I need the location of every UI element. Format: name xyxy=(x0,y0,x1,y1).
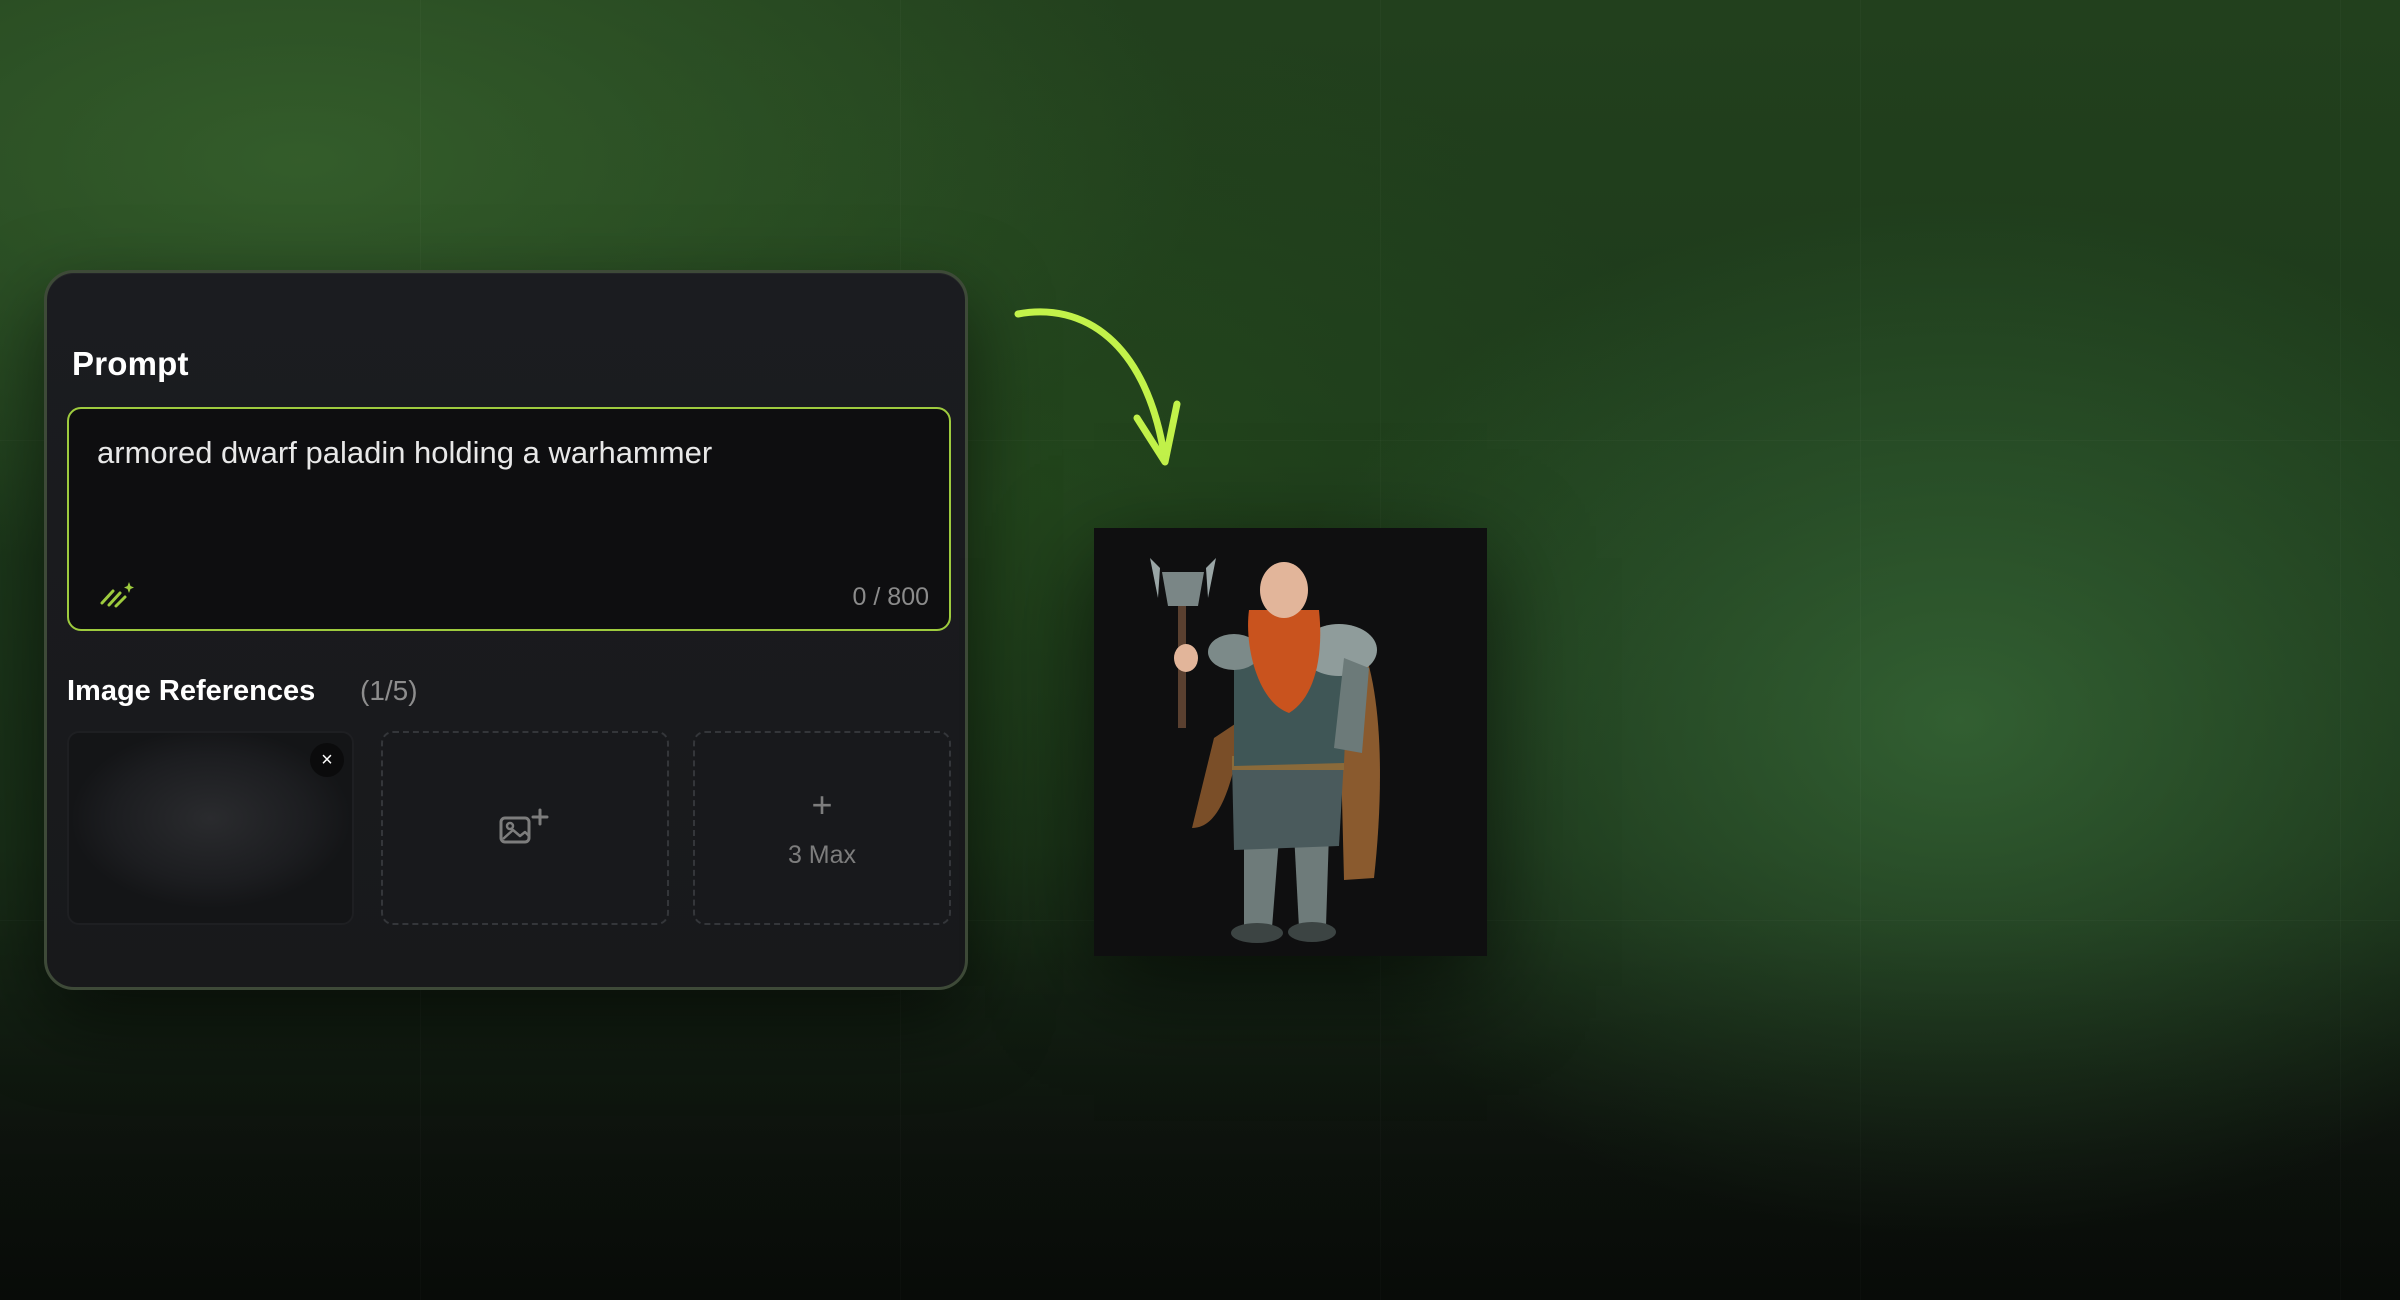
prompt-title: Prompt xyxy=(72,345,189,382)
char-count: 0 / 800 xyxy=(852,583,929,611)
reference-max-slot[interactable]: + 3 Max xyxy=(693,731,951,925)
prompt-panel: Prompt armored dwarf paladin holding a w… xyxy=(44,270,968,990)
image-references-count: (1/5) xyxy=(360,675,418,706)
magic-wand-icon[interactable] xyxy=(99,579,135,609)
curved-arrow-icon xyxy=(1014,308,1181,466)
image-references-title: Image References xyxy=(67,675,316,707)
prompt-input[interactable]: armored dwarf paladin holding a warhamme… xyxy=(67,407,951,631)
generated-image[interactable] xyxy=(1094,528,1487,956)
dwarf-paladin-image xyxy=(1150,558,1380,943)
reference-thumbnail[interactable]: × xyxy=(67,731,354,925)
max-label: 3 Max xyxy=(787,841,857,869)
remove-reference-button[interactable]: × xyxy=(310,743,344,777)
plus-icon: + xyxy=(811,784,833,825)
add-reference-button[interactable] xyxy=(381,731,669,925)
prompt-text[interactable]: armored dwarf paladin holding a warhamme… xyxy=(97,435,712,471)
add-image-icon xyxy=(499,808,549,844)
